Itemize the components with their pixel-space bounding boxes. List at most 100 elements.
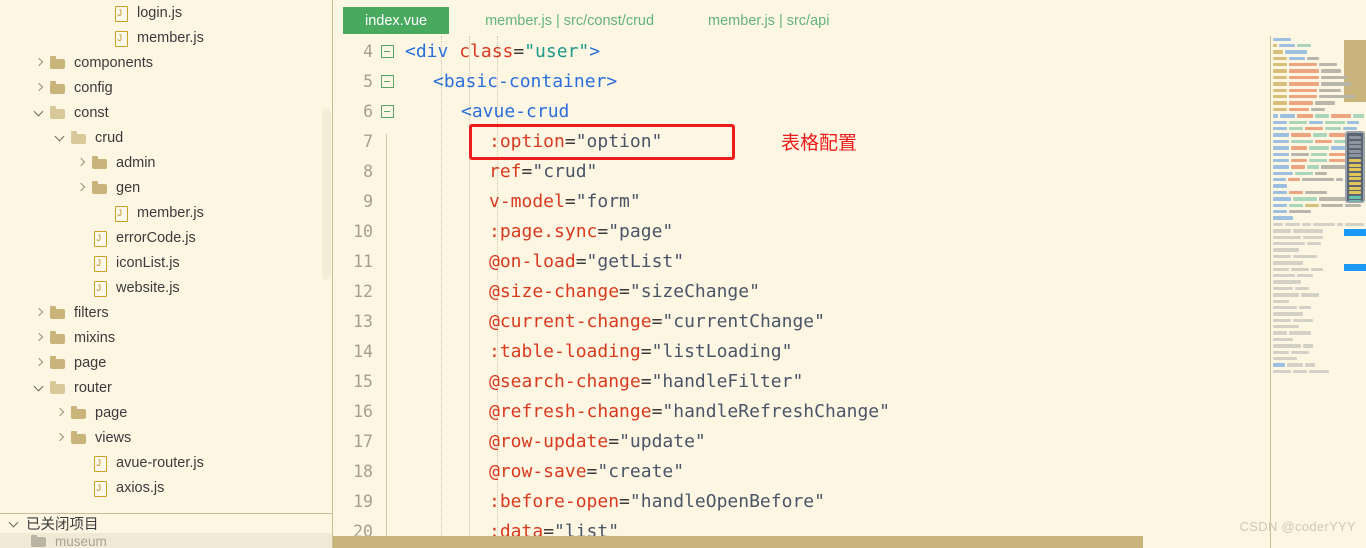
minimap-segment [1273, 37, 1291, 41]
minimap-segment [1325, 120, 1345, 124]
minimap-segment [1289, 63, 1317, 67]
tree-item-axios-js[interactable]: axios.js [0, 475, 333, 500]
tree-item-admin[interactable]: admin [0, 150, 333, 175]
tree-item-mixins[interactable]: mixins [0, 325, 333, 350]
token-eq: = [521, 160, 533, 182]
chevron-right-icon[interactable] [33, 56, 46, 69]
code-line[interactable]: 19:before-open="handleOpenBefore" [333, 486, 1366, 538]
editor-tab-member-js-2[interactable]: member.js | src/api [690, 7, 847, 34]
editor-tab-member-js-1[interactable]: member.js | src/const/crud [467, 7, 672, 34]
tree-item-login-js[interactable]: login.js [0, 0, 333, 25]
minimap-segment [1331, 146, 1345, 150]
tree-item-member-js[interactable]: member.js [0, 200, 333, 225]
minimap-segment [1291, 158, 1307, 163]
thumb-texture-line [1349, 163, 1361, 167]
minimap-scroll-thumb[interactable] [1345, 131, 1365, 203]
tree-item-label: member.js [137, 204, 204, 221]
sidebar-vertical-scrollbar[interactable] [322, 108, 331, 280]
thumb-texture-line [1349, 195, 1361, 199]
folder-open-icon [49, 105, 67, 121]
token-str: "create" [597, 460, 685, 482]
minimap-segment [1305, 203, 1319, 208]
tree-item-components[interactable]: components [0, 50, 333, 75]
minimap-segment [1273, 325, 1299, 329]
token-str: "getList" [586, 250, 685, 272]
chevron-right-icon[interactable] [75, 181, 88, 194]
token-eq: = [564, 190, 576, 212]
tree-item-config[interactable]: config [0, 75, 333, 100]
minimap-segment [1273, 50, 1283, 54]
editor-tab-index-vue-active[interactable]: index.vue [343, 7, 450, 34]
editor-horizontal-scrollbar[interactable] [333, 536, 1143, 548]
chevron-right-icon[interactable] [33, 331, 46, 344]
code-line[interactable]: 10:page.sync="page" [333, 216, 1366, 268]
token-eq: = [640, 340, 652, 362]
tree-item-filters[interactable]: filters [0, 300, 333, 325]
token-attr: @row-update [489, 430, 609, 452]
code-line[interactable]: 17 @row-update="update" [333, 426, 1366, 478]
code-line[interactable]: 8 ref="crud" [333, 156, 1366, 208]
tree-item-views[interactable]: views [0, 425, 333, 450]
minimap-segment [1273, 318, 1291, 323]
tree-item-page[interactable]: page [0, 350, 333, 375]
tree-item-label: iconList.js [116, 254, 180, 271]
chevron-down-icon[interactable] [33, 381, 46, 394]
minimap-segment [1273, 350, 1289, 355]
chevron-down-icon[interactable] [54, 131, 67, 144]
tree-item-label: login.js [137, 4, 183, 21]
tree-item-router[interactable]: router [0, 375, 333, 400]
code-text: v-model="form" [399, 191, 641, 212]
token-str: "form" [575, 190, 641, 212]
code-line[interactable]: 9 v-model="form" [333, 186, 1366, 238]
tree-item-label: router [74, 379, 112, 396]
chevron-right-icon[interactable] [33, 356, 46, 369]
code-line[interactable]: 13 @current-change="currentChange" [333, 306, 1366, 358]
minimap-segment [1293, 254, 1317, 259]
tree-item-website-js[interactable]: website.js [0, 275, 333, 300]
code-viewport[interactable]: 4 <div class="user"> 5 <basic-container> 6 <a… [333, 36, 1366, 548]
code-text: @size-change="sizeChange" [399, 281, 760, 302]
closed-projects-header[interactable]: 已关闭项目 [0, 514, 333, 533]
tree-item-avue-router-js[interactable]: avue-router.js [0, 450, 333, 475]
minimap-marker[interactable] [1344, 264, 1366, 271]
minimap-segment [1289, 101, 1313, 105]
folder-icon [30, 533, 48, 548]
code-line[interactable]: 16 @refresh-change="handleRefreshChange" [333, 396, 1366, 448]
chevron-down-icon[interactable] [8, 517, 21, 530]
token-tag: <basic-container> [433, 70, 618, 92]
code-line[interactable]: 14:table-loading="listLoading" [333, 336, 1366, 388]
js-file-icon [91, 455, 109, 472]
folder-icon [91, 155, 109, 171]
code-line[interactable]: 15 @search-change="handleFilter" [333, 366, 1366, 418]
tree-item-page[interactable]: page [0, 400, 333, 425]
minimap-segment [1315, 171, 1327, 176]
chevron-right-icon[interactable] [33, 81, 46, 94]
chevron-down-icon[interactable] [33, 106, 46, 119]
tree-item-crud[interactable]: crud [0, 125, 333, 150]
minimap-segment [1293, 229, 1323, 233]
code-line[interactable]: 4 <div class="user"> [333, 36, 1366, 66]
chevron-right-icon[interactable] [33, 306, 46, 319]
tree-item-const[interactable]: const [0, 100, 333, 125]
code-line[interactable]: 11 @on-load="getList" [333, 246, 1366, 298]
code-minimap[interactable] [1270, 36, 1366, 548]
chevron-right-icon[interactable] [54, 431, 67, 444]
code-line[interactable]: 18 @row-save="create" [333, 456, 1366, 508]
token-attr: @size-change [489, 280, 620, 302]
minimap-marker[interactable] [1344, 229, 1366, 236]
tree-item-gen[interactable]: gen [0, 175, 333, 200]
code-line[interactable]: 12 @size-change="sizeChange" [333, 276, 1366, 328]
chevron-right-icon[interactable] [54, 406, 67, 419]
tree-item-iconlist-js[interactable]: iconList.js [0, 250, 333, 275]
code-line[interactable]: 5 <basic-container> [333, 66, 1366, 96]
minimap-segment [1293, 318, 1313, 323]
closed-project-item-museum[interactable]: museum [0, 533, 333, 548]
project-tree-scroll-region[interactable]: login.js member.js components config const cr… [0, 0, 333, 513]
tree-item-member-js[interactable]: member.js [0, 25, 333, 50]
minimap-segment [1273, 133, 1289, 137]
tree-item-errorcode-js[interactable]: errorCode.js [0, 225, 333, 250]
chevron-right-icon[interactable] [75, 156, 88, 169]
minimap-segment [1279, 43, 1295, 48]
code-line[interactable]: 6 <avue-crud [333, 96, 1366, 126]
